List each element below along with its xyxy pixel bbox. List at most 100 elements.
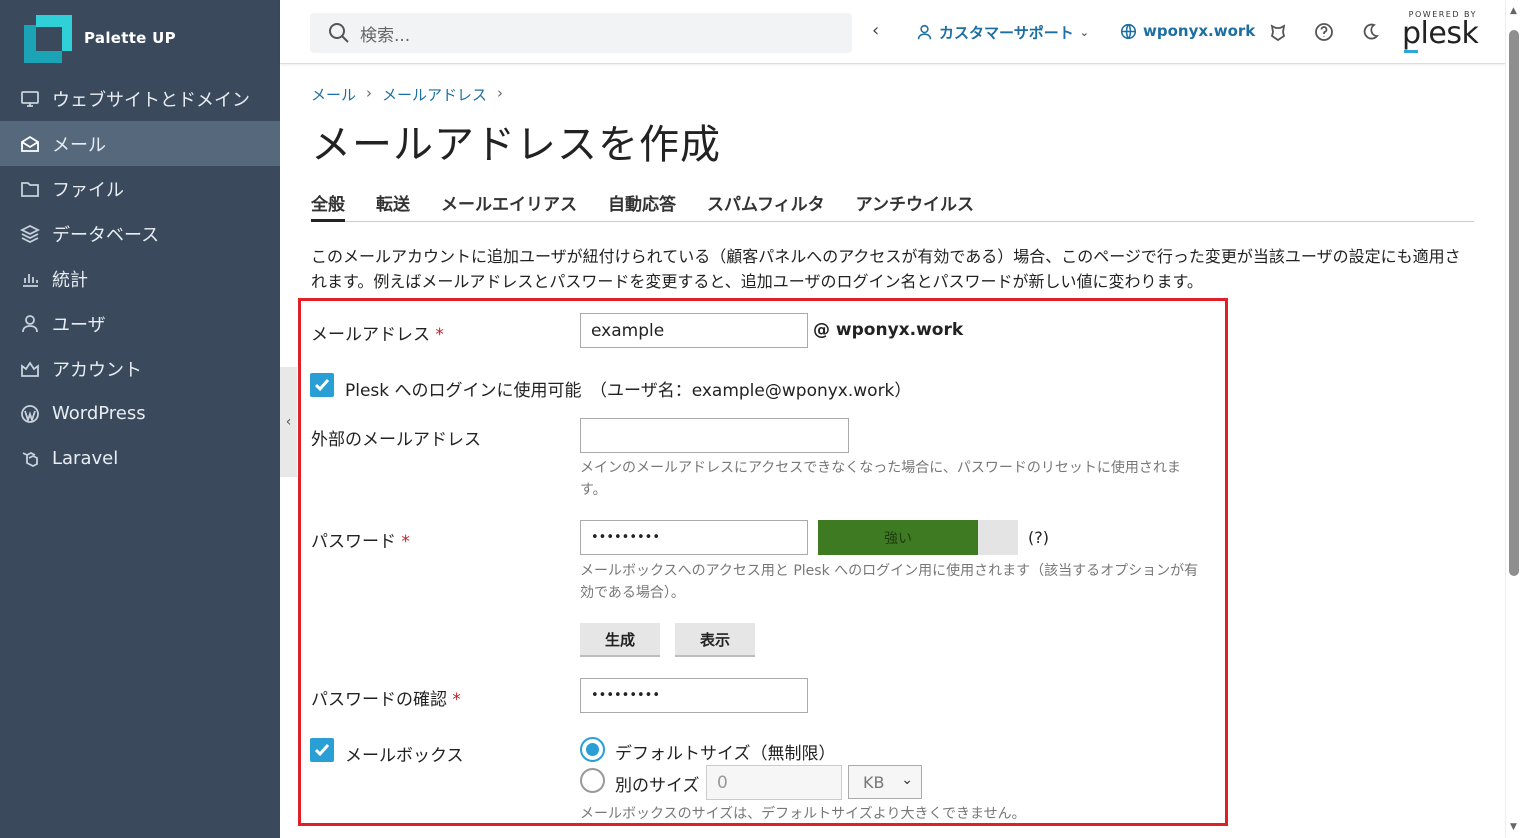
sidebar-item-label: ウェブサイトとドメイン	[52, 89, 250, 111]
size-unit-select[interactable]: KB ⌄	[848, 765, 922, 799]
tab-general[interactable]: 全般	[311, 190, 345, 222]
generate-password-button[interactable]: 生成	[580, 623, 660, 657]
page-title: メールアドレスを作成	[311, 122, 721, 168]
sidebar-item-mail[interactable]: メール	[0, 121, 280, 166]
wordpress-icon	[20, 404, 40, 424]
sidebar-item-label: ユーザ	[52, 314, 106, 336]
tab-bar: 全般 転送 メールエイリアス 自動応答 スパムフィルタ アンチウイルス	[311, 190, 1474, 222]
check-icon	[314, 744, 330, 757]
external-email-hint: メインのメールアドレスにアクセスできなくなった場合に、パスワードのリセットに使用…	[580, 460, 1181, 498]
breadcrumb-mail[interactable]: メール	[311, 84, 356, 105]
scrollbar[interactable]: ▲ ▼	[1505, 0, 1522, 838]
show-password-button[interactable]: 表示	[675, 623, 755, 657]
back-icon[interactable]: ‹	[872, 20, 879, 41]
sidebar-item-wordpress[interactable]: WordPress	[0, 391, 280, 436]
crown-icon	[20, 359, 40, 379]
sidebar-item-label: WordPress	[52, 403, 146, 424]
moon-icon[interactable]	[1360, 22, 1380, 42]
mailbox-label: メールボックス	[345, 746, 464, 766]
chevron-down-icon: ⌄	[1079, 26, 1089, 39]
sidebar-item-account[interactable]: アカウント	[0, 346, 280, 391]
scroll-thumb[interactable]	[1509, 30, 1519, 576]
password-strength-meter: 強い	[818, 520, 1018, 555]
help-icon[interactable]	[1314, 22, 1334, 42]
custom-size-field[interactable]: 0	[706, 765, 842, 800]
tab-aliases[interactable]: メールエイリアス	[441, 190, 577, 222]
sidebar-item-databases[interactable]: データベース	[0, 211, 280, 256]
monitor-icon	[20, 89, 40, 109]
check-icon	[314, 379, 330, 392]
password-strength-label: 強い	[884, 530, 912, 547]
tab-antivirus[interactable]: アンチウイルス	[856, 190, 974, 222]
domain-name: wponyx.work	[1143, 22, 1256, 40]
sidebar-item-label: アカウント	[52, 359, 142, 381]
plesk-login-checkbox[interactable]	[310, 373, 334, 397]
confirm-password-label: パスワードの確認 *	[311, 690, 461, 710]
tab-autoresponder[interactable]: 自動応答	[608, 190, 676, 222]
sidebar-item-label: ファイル	[52, 179, 124, 201]
sidebar-item-label: Laravel	[52, 448, 119, 469]
brand-logo-icon	[22, 13, 72, 63]
sidebar-item-users[interactable]: ユーザ	[0, 301, 280, 346]
scroll-up-icon[interactable]: ▲	[1510, 6, 1517, 16]
default-size-radio[interactable]	[580, 737, 605, 762]
email-domain: @ wponyx.work	[813, 320, 964, 340]
globe-icon	[1120, 23, 1137, 39]
sidebar-item-websites[interactable]: ウェブサイトとドメイン	[0, 76, 280, 121]
sidebar-item-label: データベース	[52, 224, 160, 246]
breadcrumb-separator: ›	[366, 84, 373, 102]
custom-size-label: 別のサイズ	[615, 776, 700, 796]
breadcrumb-email-address[interactable]: メールアドレス	[382, 84, 487, 105]
size-unit-value: KB	[863, 772, 885, 792]
user-icon	[20, 314, 40, 334]
email-field[interactable]: example	[580, 313, 808, 348]
sidebar-item-label: メール	[52, 134, 106, 156]
breadcrumb-separator: ›	[497, 84, 504, 102]
folder-icon	[20, 179, 40, 199]
password-hint: メールボックスへのアクセス用と Plesk へのログイン用に使用されます（該当す…	[580, 563, 1199, 601]
sidebar-item-statistics[interactable]: 統計	[0, 256, 280, 301]
sidebar: Palette UP ウェブサイトとドメイン メール ファイル データベース 統…	[0, 0, 280, 838]
email-label: メールアドレス *	[311, 325, 444, 345]
default-size-label: デフォルトサイズ（無制限）	[615, 744, 836, 764]
confirm-password-field[interactable]: •••••••••	[580, 678, 808, 713]
sidebar-nav: ウェブサイトとドメイン メール ファイル データベース 統計 ユーザ アカウント	[0, 76, 280, 481]
plesk-logo: POWERED BY plesk	[1402, 10, 1479, 53]
search-input[interactable]: 検索...	[310, 13, 852, 53]
search-placeholder: 検索...	[360, 25, 411, 46]
plesk-login-label: Plesk へのログインに使用可能 （ユーザ名：example@wponyx.w…	[345, 381, 912, 401]
password-label: パスワード *	[311, 532, 410, 552]
chart-icon	[20, 269, 40, 289]
database-icon	[20, 224, 40, 244]
page-description: このメールアカウントに追加ユーザが紐付けられている（顧客パネルへのアクセスが有効…	[311, 247, 1461, 291]
domain-link[interactable]: wponyx.work	[1120, 22, 1255, 40]
user-icon	[917, 24, 932, 40]
brand[interactable]: Palette UP	[0, 0, 280, 76]
mail-icon	[20, 134, 40, 154]
tab-spam-filter[interactable]: スパムフィルタ	[707, 190, 825, 222]
password-field[interactable]: •••••••••	[580, 520, 808, 555]
search-icon	[329, 23, 349, 43]
chevron-down-icon: ⌄	[901, 772, 913, 788]
sidebar-collapse-handle[interactable]: ‹	[280, 367, 297, 477]
chevron-left-icon: ‹	[285, 414, 292, 430]
external-email-label: 外部のメールアドレス	[311, 430, 481, 450]
user-menu[interactable]: カスタマーサポート ⌄	[916, 22, 1089, 43]
sidebar-item-label: 統計	[52, 269, 88, 291]
plesk-wordmark: plesk	[1402, 16, 1479, 51]
sidebar-item-files[interactable]: ファイル	[0, 166, 280, 211]
breadcrumb: メール › メールアドレス ›	[311, 84, 503, 105]
sidebar-item-laravel[interactable]: Laravel	[0, 436, 280, 481]
external-email-field[interactable]	[580, 418, 849, 453]
tab-forwarding[interactable]: 転送	[376, 190, 410, 222]
mailbox-size-hint: メールボックスのサイズは、デフォルトサイズより大きくできません。	[580, 806, 1026, 822]
laravel-icon	[20, 449, 40, 469]
custom-size-radio[interactable]	[580, 768, 605, 793]
mailbox-checkbox[interactable]	[310, 738, 334, 762]
password-help-link[interactable]: (?)	[1028, 528, 1049, 547]
scroll-down-icon[interactable]: ▼	[1510, 822, 1517, 832]
extension-icon[interactable]	[1268, 22, 1288, 42]
user-name: カスタマーサポート	[939, 24, 1074, 42]
topbar: 検索... ‹ カスタマーサポート ⌄ wponyx.work POWERED …	[280, 0, 1505, 64]
brand-name: Palette UP	[84, 29, 176, 47]
